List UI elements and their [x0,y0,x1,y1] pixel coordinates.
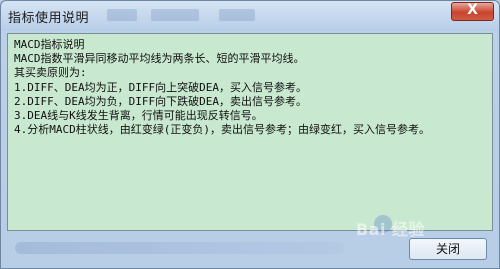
close-icon: X [467,2,478,18]
watermark: Bai 经验 [356,220,426,239]
titlebar-blur [151,9,199,21]
dialog-window: 指标使用说明 X MACD指标说明 MACD指数平滑异同移动平均线为两条长、短的… [0,0,500,269]
footer-blur [15,242,345,254]
window-title: 指标使用说明 [8,11,90,26]
description-line: 1.DIFF、DEA均为正，DIFF向上突破DEA，买入信号参考。 [14,80,307,94]
description-line: 其买卖原则为: [14,66,87,80]
description-line: 4.分析MACD柱状线，由红变绿(正变负)，卖出信号参考；由绿变红，买入信号参考… [14,123,430,137]
title-bar[interactable]: 指标使用说明 X [1,1,499,31]
titlebar-blur [107,9,137,21]
description-line: 2.DIFF、DEA均为负，DIFF向下跌破DEA，卖出信号参考。 [14,94,307,108]
titlebar-blur [219,9,255,21]
description-textbox[interactable]: MACD指标说明 MACD指数平滑异同移动平均线为两条长、短的平滑平均线。 其买… [7,33,493,231]
description-line: 3.DEA线与K线发生背离，行情可能出现反转信号。 [14,109,263,123]
window-close-button[interactable]: X [451,2,494,21]
description-line: MACD指标说明 [14,38,85,51]
close-button[interactable]: 关闭 [409,238,487,260]
description-line: MACD指数平滑异同移动平均线为两条长、短的平滑平均线。 [14,52,305,66]
